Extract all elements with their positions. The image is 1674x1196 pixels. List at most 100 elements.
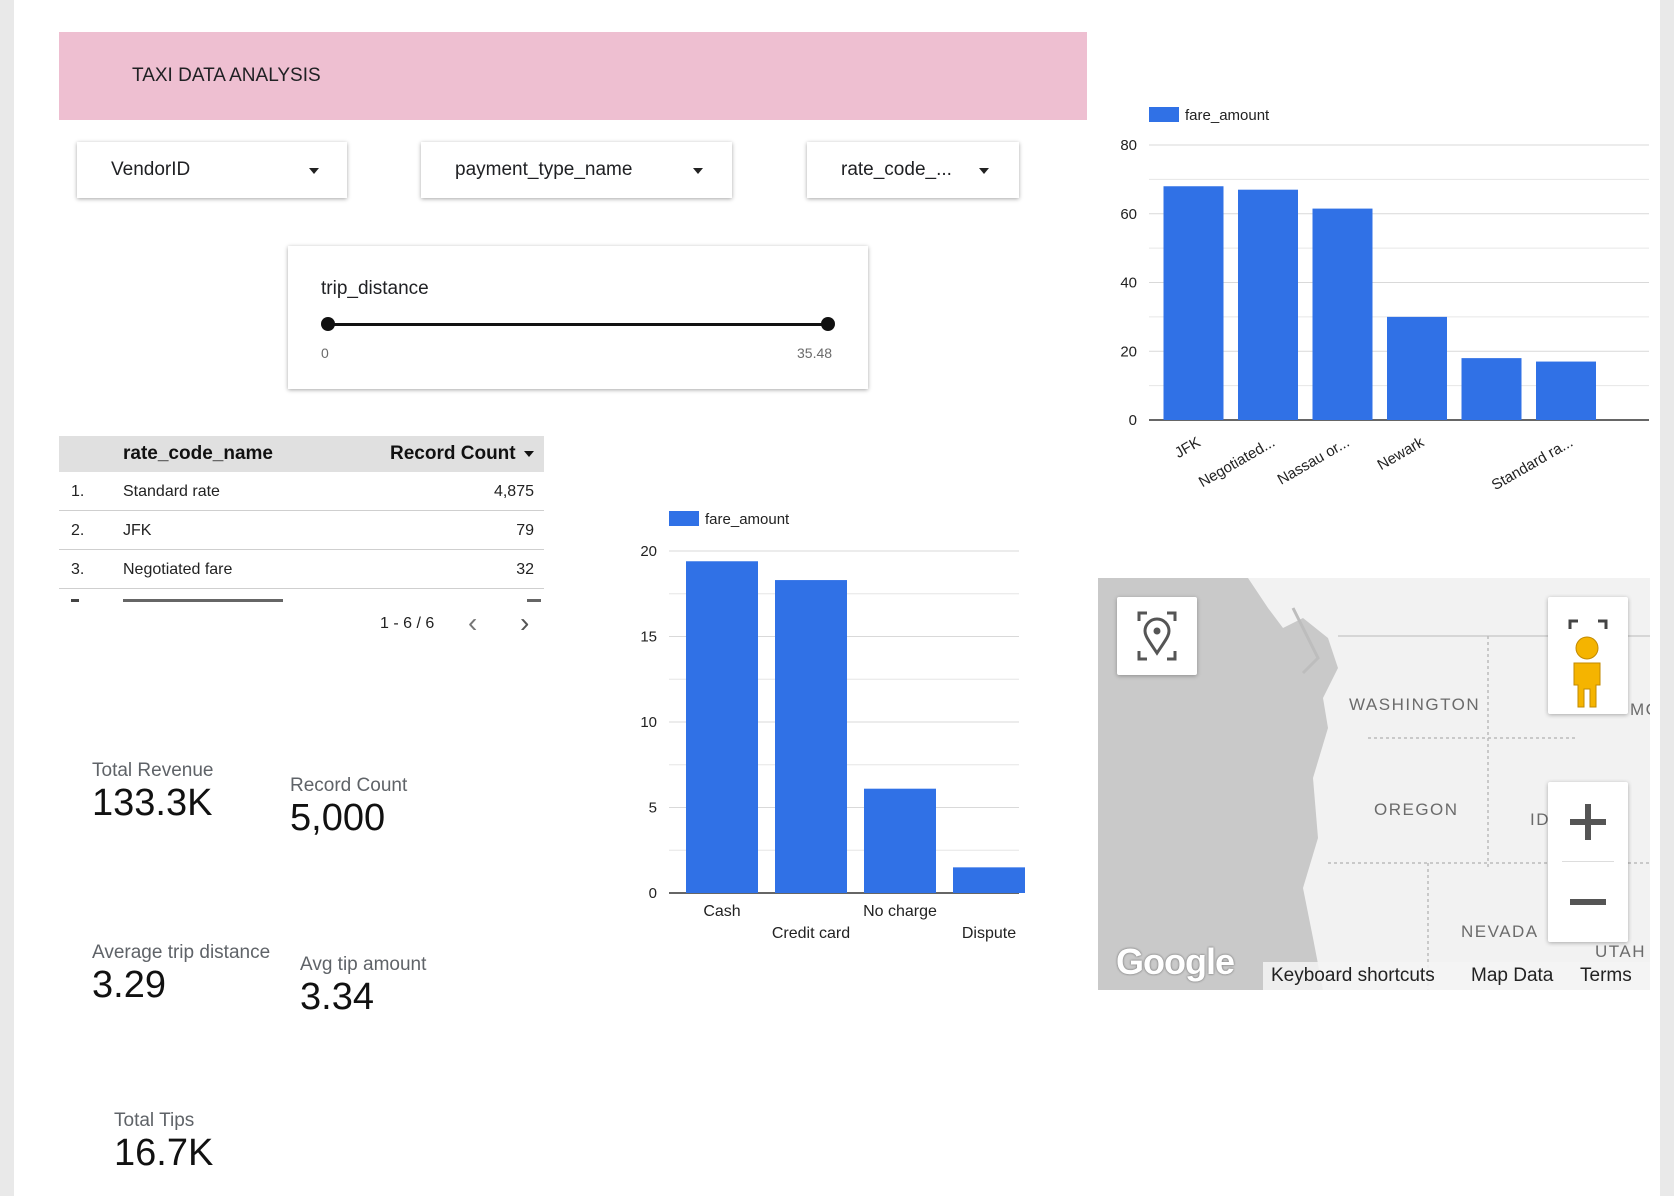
y-tick-label: 20	[640, 543, 657, 560]
y-tick-label: 0	[1129, 412, 1137, 429]
scorecard-label: Avg tip amount	[300, 954, 427, 975]
map-data-link[interactable]: Map Data	[1471, 965, 1553, 987]
y-tick-label: 0	[649, 885, 657, 902]
scorecard-value: 3.29	[92, 964, 166, 1006]
map-label-montana: MO	[1630, 700, 1650, 719]
table-row[interactable]: 3. Negotiated fare 32	[59, 550, 544, 589]
terms-link[interactable]: Terms	[1580, 965, 1632, 987]
rate-code-filter-dropdown[interactable]: rate_code_...	[807, 142, 1019, 198]
map-view[interactable]: WASHINGTON OREGON NEVADA ID MO UTAH	[1098, 578, 1650, 990]
x-tick-label: Standard ra...	[1489, 434, 1576, 494]
slider-track[interactable]	[328, 323, 828, 326]
y-tick-label: 5	[649, 800, 657, 817]
table-header: rate_code_name Record Count	[59, 436, 544, 472]
bar[interactable]	[1312, 208, 1373, 420]
map-label-oregon: OREGON	[1374, 800, 1459, 819]
legend-label: fare_amount	[705, 511, 790, 528]
pagination-range: 1 - 6 / 6	[380, 615, 435, 632]
google-logo: Google	[1116, 941, 1235, 982]
header-banner: TAXI DATA ANALYSIS	[59, 32, 1087, 120]
bar[interactable]	[686, 561, 758, 893]
clipped-row-text	[71, 599, 79, 602]
x-tick-label: Cash	[703, 903, 740, 920]
column-header-record-count[interactable]: Record Count	[390, 443, 516, 465]
slider-max-value: 35.48	[797, 345, 833, 361]
report-title: TAXI DATA ANALYSIS	[132, 65, 321, 86]
keyboard-shortcuts-link[interactable]: Keyboard shortcuts	[1271, 965, 1435, 987]
y-tick-label: 80	[1120, 137, 1137, 154]
row-record-count: 32	[516, 561, 534, 578]
scorecard-label: Total Tips	[114, 1110, 195, 1131]
bar[interactable]	[953, 867, 1025, 893]
x-tick-label: Credit card	[772, 925, 850, 942]
previous-page-icon[interactable]: ‹	[468, 607, 477, 639]
clipped-row-text	[123, 599, 283, 602]
chevron-down-icon	[693, 168, 703, 174]
row-number: 3.	[71, 561, 85, 578]
zoom-in-button[interactable]	[1548, 782, 1628, 861]
scorecard-record-count: Record Count 5,000	[290, 775, 407, 840]
x-tick-label: No charge	[863, 903, 937, 920]
y-tick-label: 20	[1120, 343, 1137, 360]
column-header-rate-code-name[interactable]: rate_code_name	[123, 443, 273, 465]
slider-min-value: 0	[321, 345, 329, 361]
row-number: 2.	[71, 522, 85, 539]
payment-type-filter-dropdown[interactable]: payment_type_name	[421, 142, 732, 198]
bar[interactable]	[1238, 189, 1298, 420]
minus-icon	[1570, 899, 1606, 905]
legend-label: fare_amount	[1185, 107, 1270, 124]
map-top-controls	[1548, 597, 1628, 714]
row-rate-code-name: JFK	[123, 522, 152, 539]
x-tick-label: Negotiated...	[1196, 434, 1278, 491]
map-label-utah: UTAH	[1595, 942, 1646, 961]
chevron-down-icon	[979, 168, 989, 174]
zoom-out-button[interactable]	[1548, 862, 1628, 941]
vendor-filter-label: VendorID	[111, 159, 191, 180]
row-record-count: 79	[516, 522, 534, 539]
bar[interactable]	[1536, 361, 1596, 420]
locate-me-button[interactable]	[1117, 597, 1197, 675]
table-row[interactable]: 2. JFK 79	[59, 511, 544, 550]
vendor-filter-dropdown[interactable]: VendorID	[77, 142, 347, 198]
slider-max-handle[interactable]	[821, 317, 835, 331]
y-tick-label: 15	[640, 629, 657, 646]
legend-swatch	[1149, 107, 1179, 122]
trip-distance-slider-card: trip_distance 0 35.48	[288, 246, 868, 389]
bar[interactable]	[864, 788, 936, 893]
table-row-partial[interactable]	[59, 589, 544, 608]
clipped-row-text	[527, 599, 541, 602]
y-tick-label: 40	[1120, 275, 1137, 292]
x-tick-label: Newark	[1374, 433, 1427, 473]
report-canvas: TAXI DATA ANALYSIS VendorID payment_type…	[14, 0, 1660, 1196]
map-label-idaho: ID	[1530, 810, 1550, 829]
row-number: 1.	[71, 483, 85, 500]
map-label-nevada: NEVADA	[1461, 922, 1539, 941]
locate-icon	[1137, 611, 1177, 661]
table-row[interactable]: 1. Standard rate 4,875	[59, 472, 544, 511]
sort-descending-icon[interactable]	[524, 451, 534, 457]
bar[interactable]	[1461, 358, 1522, 420]
scorecard-value: 5,000	[290, 797, 386, 839]
zoom-controls	[1548, 782, 1628, 942]
scorecard-label: Total Revenue	[92, 760, 214, 781]
street-view-pegman-icon[interactable]	[1548, 633, 1628, 713]
row-rate-code-name: Standard rate	[123, 483, 220, 500]
map-label-washington: WASHINGTON	[1349, 695, 1480, 714]
bar[interactable]	[1387, 316, 1447, 420]
scorecard-total-tips: Total Tips 16.7K	[114, 1110, 213, 1175]
next-page-icon[interactable]: ›	[520, 607, 529, 639]
chevron-down-icon	[309, 168, 319, 174]
rate-filter-label: rate_code_...	[841, 159, 952, 180]
scorecard-avg-trip-distance: Average trip distance 3.29	[92, 942, 270, 1007]
slider-min-handle[interactable]	[321, 317, 335, 331]
row-rate-code-name: Negotiated fare	[123, 561, 233, 578]
slider-label: trip_distance	[321, 278, 429, 299]
scorecard-label: Average trip distance	[92, 942, 271, 963]
scorecard-value: 133.3K	[92, 782, 213, 824]
x-tick-label: JFK	[1172, 434, 1204, 462]
bar[interactable]	[775, 580, 847, 893]
fare-by-payment-type-chart: fare_amount 0 5 10 15 20 Cash Credit card No cha…	[640, 511, 1025, 942]
bar[interactable]	[1163, 186, 1224, 420]
fare-by-rate-code-chart: fare_amount 0 20 40 60 80 JFKNegotiated...Nass…	[1120, 107, 1649, 494]
scorecard-total-revenue: Total Revenue 133.3K	[92, 760, 213, 825]
